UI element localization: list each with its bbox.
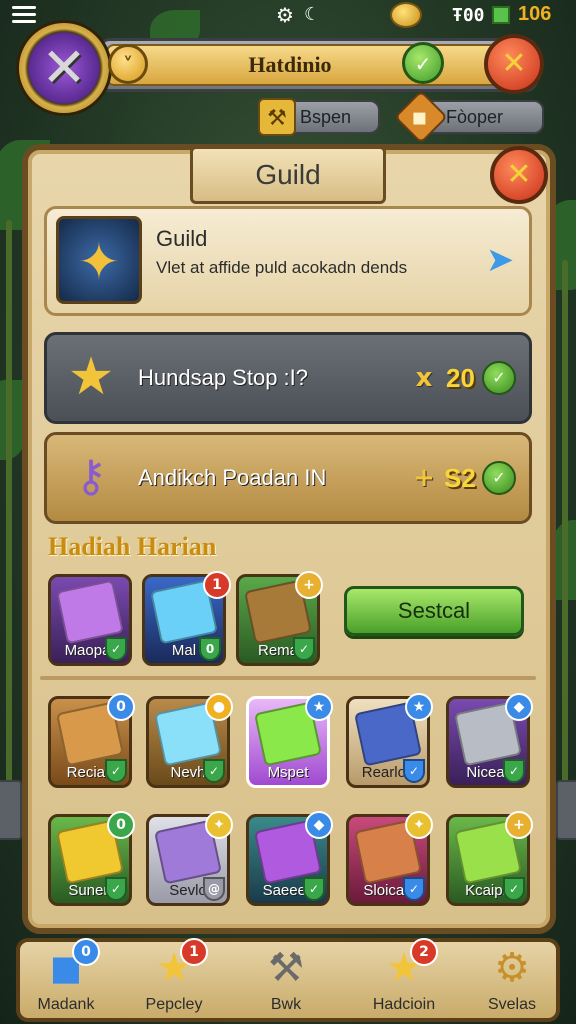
guild-description: Vlet at affide puld acokadn dends	[156, 258, 408, 277]
inventory-slot[interactable]: Nicear ◆ ✓	[446, 693, 533, 788]
hammer-icon: ⚒	[258, 98, 296, 136]
panel-title: Guild	[255, 159, 321, 190]
nav-badge: 2	[410, 938, 438, 966]
stone-block	[0, 780, 22, 840]
star-gear-icon: ★	[67, 347, 115, 407]
nav-label: Madank	[37, 996, 95, 1013]
inventory-slot[interactable]: Nevh ● ✓	[146, 693, 233, 788]
shop-row-value: S2	[444, 463, 476, 493]
shop-row-label: Andikch Poadan IN	[138, 465, 327, 490]
nav-item-pepcley[interactable]: ★ 1 Pepcley	[120, 938, 228, 1022]
vine	[6, 220, 12, 840]
gear-icon[interactable]: ⚙	[274, 4, 296, 26]
notification-badge: 1	[203, 571, 231, 599]
shop-row-value: 20	[446, 363, 475, 393]
star-badge: ★	[405, 693, 433, 721]
inventory-slot[interactable]: Saeeeti ◆ ✓	[246, 811, 333, 906]
daily-rewards-title: Hadiah Harian	[48, 532, 217, 561]
tab-label: Fòoper	[446, 107, 504, 127]
purple-crystal-icon	[56, 579, 124, 645]
diamond-badge: ◆	[305, 811, 333, 839]
stone-block	[556, 780, 576, 840]
chest-icon: ◆	[394, 90, 448, 144]
nav-item-hadcioin[interactable]: ★ 2 Hadcioin	[350, 938, 458, 1022]
nav-label: Bwk	[270, 996, 302, 1013]
inventory-slot[interactable]: Sloican ✦ ✓	[346, 811, 433, 906]
hammer-icon: ⚒	[268, 945, 304, 991]
header-title: Hatdinio	[248, 52, 332, 77]
inventory-slot[interactable]: Sevlo ✦ @	[146, 811, 233, 906]
shield-icon: ✓	[203, 759, 225, 783]
inventory-slot[interactable]: Rearlon ★ ✓	[346, 693, 433, 788]
close-button[interactable]: ✕	[484, 34, 544, 94]
inventory-slot[interactable]: Sunen 0 ✓	[48, 811, 135, 906]
check-icon[interactable]: ✓	[482, 461, 516, 495]
diamond-badge: ◆	[505, 693, 533, 721]
shield-icon: ✓	[105, 877, 127, 901]
guild-hammer-icon: ✦	[56, 216, 142, 304]
shop-row-label: Hundsap Stop :I?	[138, 365, 309, 390]
divider	[40, 676, 536, 680]
shield-icon: ✓	[105, 759, 127, 783]
inventory-slot[interactable]: Recian 0 ✓	[48, 693, 135, 788]
sword-badge: ✦	[405, 811, 433, 839]
nav-item-svelas[interactable]: ⚙ Svelas	[458, 940, 566, 1022]
nav-label: Svelas	[487, 996, 537, 1013]
plus-badge: +	[505, 811, 533, 839]
guild-name: Guild	[156, 226, 208, 251]
gem-icon	[492, 6, 510, 24]
moon-icon: ☾	[304, 4, 321, 25]
shield-icon: ✓	[403, 877, 425, 901]
nav-item-madank[interactable]: ◼ 0 Madank	[12, 938, 120, 1022]
shield-icon: ✓	[403, 759, 425, 783]
spiral-icon: @	[203, 877, 225, 901]
check-icon[interactable]: ✓	[482, 361, 516, 395]
slot-label: Mspet	[267, 764, 309, 781]
daily-reward-slot[interactable]: Maopar ✓	[48, 574, 132, 666]
arrow-right-icon[interactable]: ➤	[480, 240, 520, 280]
vine	[562, 260, 568, 820]
gear-icon: ⚙	[494, 945, 530, 991]
resource-counter: Ŧ00	[452, 5, 485, 26]
dots-badge: ●	[205, 693, 233, 721]
nav-badge: 0	[72, 938, 100, 966]
claim-button[interactable]: Sestcal	[344, 586, 524, 636]
shield-icon: 0	[199, 637, 221, 661]
confirm-button[interactable]: ✓	[402, 42, 444, 84]
inventory-slot[interactable]: Mspet ★	[246, 693, 333, 788]
gem-counter: 106	[518, 3, 552, 25]
shield-icon: ✓	[503, 877, 525, 901]
nav-label: Hadcioin	[372, 996, 436, 1013]
close-panel-button[interactable]: ✕	[490, 146, 548, 204]
plus-badge: +	[295, 571, 323, 599]
sword-badge: ✦	[205, 811, 233, 839]
daily-reward-slot[interactable]: Mal 1 0	[142, 571, 231, 666]
nav-badge: 1	[180, 938, 208, 966]
plus-currency-icon: +	[413, 463, 435, 493]
shield-icon: ✓	[293, 637, 315, 661]
star-badge: ★	[305, 693, 333, 721]
nav-label: Pepcley	[145, 996, 203, 1013]
daily-reward-slot[interactable]: Rema + ✓	[236, 571, 323, 666]
count-badge: 0	[107, 693, 135, 721]
crossed-swords-icon: ✕	[41, 36, 87, 99]
nav-item-bwk[interactable]: ⚒ Bwk	[232, 940, 340, 1022]
tab-label: Bspen	[300, 107, 352, 127]
shield-icon: ✓	[503, 759, 525, 783]
cross-currency-icon: x	[415, 363, 433, 393]
coin-icon	[390, 2, 422, 28]
count-badge: 0	[107, 811, 135, 839]
key-icon: ⚷	[74, 451, 108, 502]
inventory-slot[interactable]: Kcaiph + ✓	[446, 811, 533, 906]
chevron-down-button[interactable]: ˅	[108, 44, 148, 84]
shield-icon: ✓	[105, 637, 127, 661]
shield-icon: ✓	[303, 877, 325, 901]
